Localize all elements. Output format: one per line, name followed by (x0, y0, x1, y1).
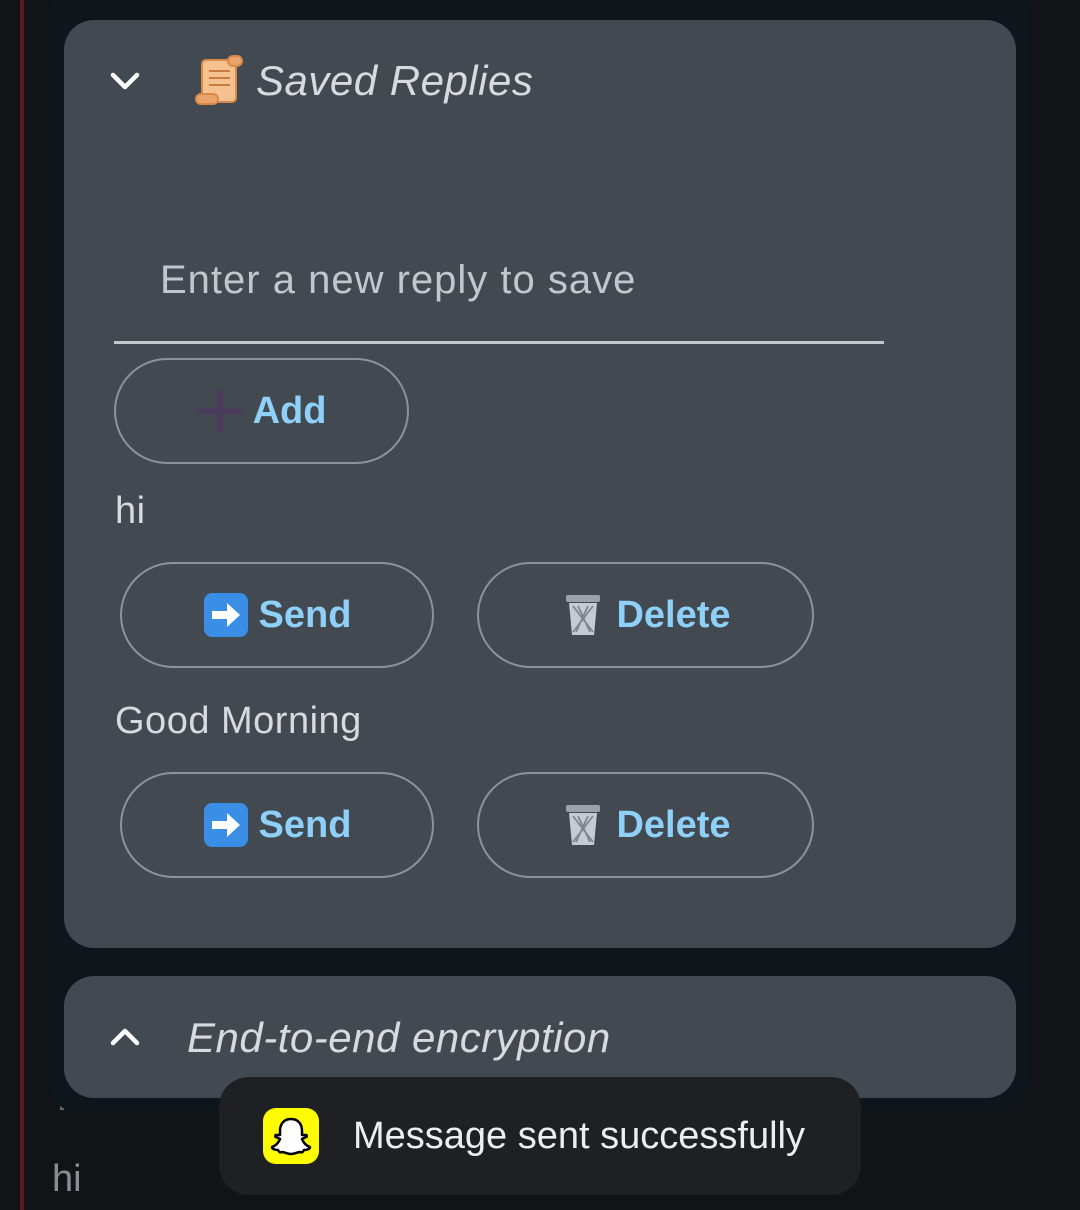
scroll-icon (192, 54, 244, 108)
right-arrow-icon (203, 592, 249, 638)
delete-reply-button[interactable]: Delete (477, 562, 814, 668)
chevron-down-icon[interactable] (108, 64, 142, 98)
wastebasket-icon (560, 592, 606, 638)
saved-replies-title: Saved Replies (256, 57, 534, 104)
delete-reply-button[interactable]: Delete (477, 772, 814, 878)
toast-notification: Message sent successfully (219, 1077, 861, 1195)
snapchat-ghost-icon (263, 1108, 319, 1164)
toast-message: Message sent successfully (353, 1115, 805, 1157)
delete-button-label: Delete (616, 803, 731, 846)
background-chat-message: hi (52, 1158, 82, 1200)
saved-reply-text: Good Morning (115, 700, 362, 742)
wastebasket-icon (560, 802, 606, 848)
right-arrow-icon (203, 802, 249, 848)
send-button-label: Send (258, 803, 352, 846)
e2e-encryption-title: End-to-end encryption (187, 1014, 611, 1061)
plus-icon (197, 388, 243, 434)
saved-reply-text: hi (115, 490, 146, 532)
add-reply-button[interactable]: Add (114, 358, 409, 464)
delete-button-label: Delete (616, 593, 731, 636)
chevron-up-icon[interactable] (108, 1020, 142, 1054)
saved-replies-card: Saved Replies Add hi Send (64, 20, 1016, 948)
app-screen: hi Saved Replies Enter a new reply to sa… (0, 0, 1080, 1210)
send-reply-button[interactable]: Send (120, 772, 434, 878)
new-reply-input[interactable] (114, 220, 884, 344)
add-button-label: Add (252, 389, 327, 432)
send-button-label: Send (258, 593, 352, 636)
left-accent-line (20, 0, 24, 1210)
send-reply-button[interactable]: Send (120, 562, 434, 668)
